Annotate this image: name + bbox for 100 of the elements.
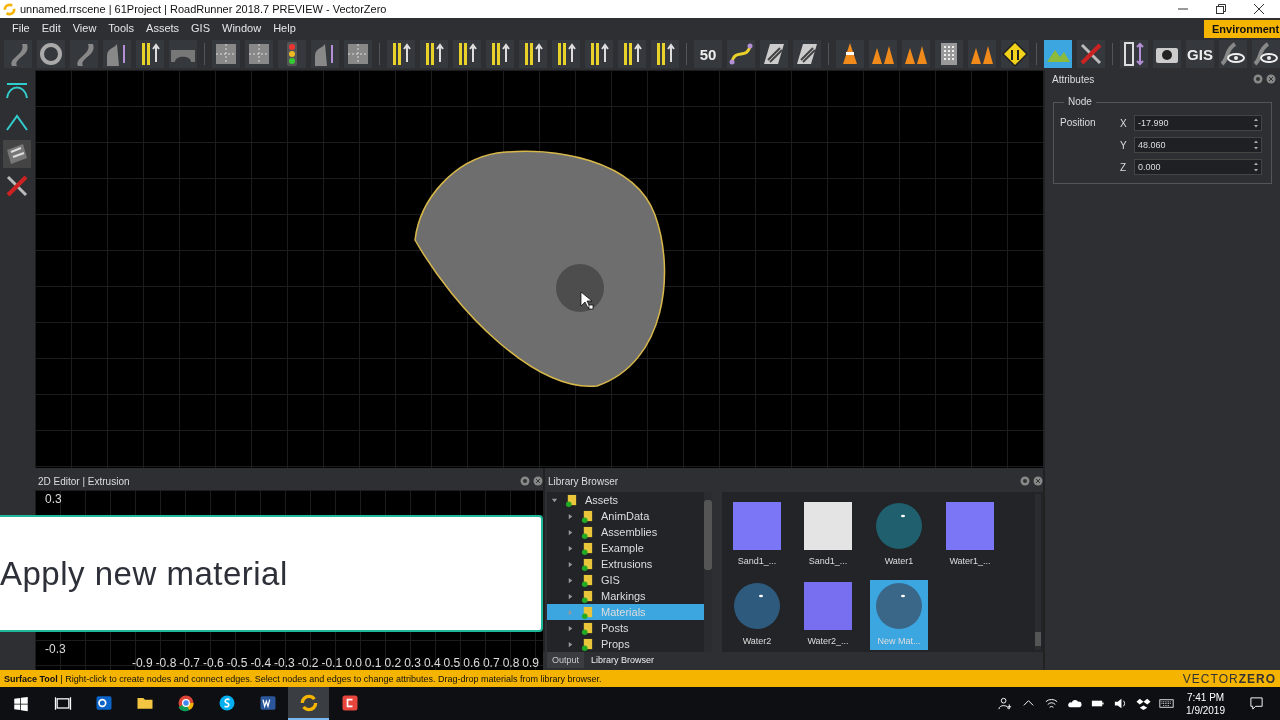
eye-icon[interactable] — [1252, 40, 1280, 68]
viewport-canvas[interactable] — [35, 70, 1043, 468]
spinner-icon[interactable] — [1253, 161, 1259, 173]
node-marker[interactable] — [556, 264, 604, 312]
cone-icon[interactable] — [836, 40, 864, 68]
axis-label: 0.7 — [482, 656, 500, 670]
tree-item[interactable]: Example — [547, 540, 704, 556]
menu-item[interactable]: File — [6, 22, 36, 34]
people-icon[interactable] — [998, 696, 1014, 711]
junction-icon[interactable] — [344, 40, 372, 68]
tree-item[interactable]: AnimData — [547, 508, 704, 524]
float-icon[interactable] — [1253, 74, 1263, 84]
menu-item[interactable]: GIS — [185, 22, 216, 34]
brand-logo: VECTORZERO — [1182, 671, 1276, 686]
lane-icon[interactable] — [136, 40, 164, 68]
traffic-light-icon[interactable] — [278, 40, 306, 68]
caret-icon[interactable] — [551, 496, 558, 504]
axis-label: 0.3 — [404, 656, 421, 670]
tree-item[interactable]: GIS — [547, 572, 704, 588]
menu-item[interactable]: View — [66, 22, 103, 34]
hatch-icon[interactable] — [3, 140, 31, 168]
road-icon[interactable] — [4, 40, 32, 68]
window-title: unnamed.rrscene | 61Project | RoadRunner 2018.7 PREVIEW - VectorZero — [20, 3, 387, 15]
cones-icon[interactable] — [869, 40, 897, 68]
tree-item[interactable]: Markings — [547, 588, 704, 604]
tree-item[interactable]: Extrusions — [547, 556, 704, 572]
spline-icon[interactable] — [727, 40, 755, 68]
junction-icon[interactable] — [245, 40, 273, 68]
spinner-icon[interactable] — [1253, 117, 1259, 129]
number-field[interactable]: -17.990 — [1134, 115, 1262, 131]
axis-label: -0.5 — [226, 656, 248, 670]
folder-icon — [581, 589, 594, 603]
tools-icon[interactable] — [1077, 40, 1105, 68]
crosswalk-icon[interactable] — [760, 40, 788, 68]
axis-label: 0.8 — [502, 656, 520, 670]
lane-icon[interactable] — [387, 40, 415, 68]
ruler-icon[interactable] — [1120, 40, 1148, 68]
axis-label: 0.6 — [463, 656, 480, 670]
road-icon[interactable] — [70, 40, 98, 68]
ramp-icon[interactable] — [103, 40, 131, 68]
float-icon[interactable] — [1020, 476, 1030, 486]
folder-icon — [581, 557, 594, 571]
bridge-icon[interactable] — [169, 40, 197, 68]
restore-icon[interactable] — [1216, 4, 1226, 14]
menu-item[interactable]: Window — [216, 22, 268, 34]
panel-title: 2D Editor | Extrusion — [38, 475, 130, 487]
scrollbar[interactable] — [1035, 494, 1041, 650]
close-icon[interactable] — [1254, 4, 1264, 14]
folder-icon — [581, 621, 594, 635]
number-field[interactable]: 48.060 — [1134, 137, 1262, 153]
lane-icon[interactable] — [486, 40, 514, 68]
lane-icon[interactable] — [420, 40, 448, 68]
taskbar-app[interactable] — [288, 687, 329, 720]
notification-icon[interactable] — [1249, 696, 1264, 711]
menu-item[interactable]: Help — [267, 22, 302, 34]
menu-item[interactable]: Tools — [102, 22, 141, 34]
clock-date[interactable]: 1/9/2019 — [1186, 704, 1225, 716]
axis-label: 0.3 — [45, 492, 63, 506]
field-label: Position — [1060, 116, 1097, 130]
lane-icon[interactable] — [618, 40, 646, 68]
tree-item[interactable]: Assets — [547, 492, 704, 508]
toolbar-button[interactable]: GIS — [1186, 40, 1214, 68]
axis-label: 0.5 — [443, 656, 461, 670]
group-title: Node — [1064, 96, 1096, 107]
panel-title: Attributes — [1052, 73, 1095, 85]
tree-item[interactable]: Assemblies — [547, 524, 704, 540]
junction-icon[interactable] — [212, 40, 240, 68]
environment-tab[interactable]: Environment — [1204, 20, 1280, 38]
keyboard-icon[interactable] — [1159, 696, 1175, 711]
lane-icon[interactable] — [585, 40, 613, 68]
lane-icon[interactable] — [453, 40, 481, 68]
eye-icon[interactable] — [1219, 40, 1247, 68]
tree-item[interactable]: Props — [547, 636, 704, 652]
lane-icon[interactable] — [519, 40, 547, 68]
folder-icon — [581, 525, 594, 539]
axis-label: Y — [1120, 139, 1128, 151]
menu-item[interactable]: Edit — [35, 22, 67, 34]
scrollbar[interactable] — [704, 492, 712, 652]
sign-icon[interactable] — [1001, 40, 1029, 68]
number-field[interactable]: 0.000 — [1134, 159, 1262, 175]
folder-icon — [581, 541, 594, 555]
camera-icon[interactable] — [1153, 40, 1181, 68]
spinner-icon[interactable] — [1253, 139, 1259, 151]
clock-time[interactable]: 7:41 PM — [1186, 691, 1225, 703]
cones-icon[interactable] — [968, 40, 996, 68]
float-icon[interactable] — [520, 476, 530, 486]
toolbar-button[interactable]: 50 — [694, 40, 722, 68]
lane-icon[interactable] — [552, 40, 580, 68]
lane-icon[interactable] — [651, 40, 679, 68]
axis-label: -0.1 — [321, 656, 343, 670]
building-icon[interactable] — [935, 40, 963, 68]
tree-item[interactable]: Posts — [547, 620, 704, 636]
menu-item[interactable]: Assets — [140, 22, 186, 34]
box-icon[interactable] — [1136, 696, 1152, 711]
surface-shape[interactable] — [414, 150, 666, 387]
ring-icon[interactable] — [37, 40, 65, 68]
ramp-icon[interactable] — [311, 40, 339, 68]
cones-icon[interactable] — [902, 40, 930, 68]
panel-tab[interactable]: Output — [547, 652, 585, 668]
crosswalk-icon[interactable] — [793, 40, 821, 68]
